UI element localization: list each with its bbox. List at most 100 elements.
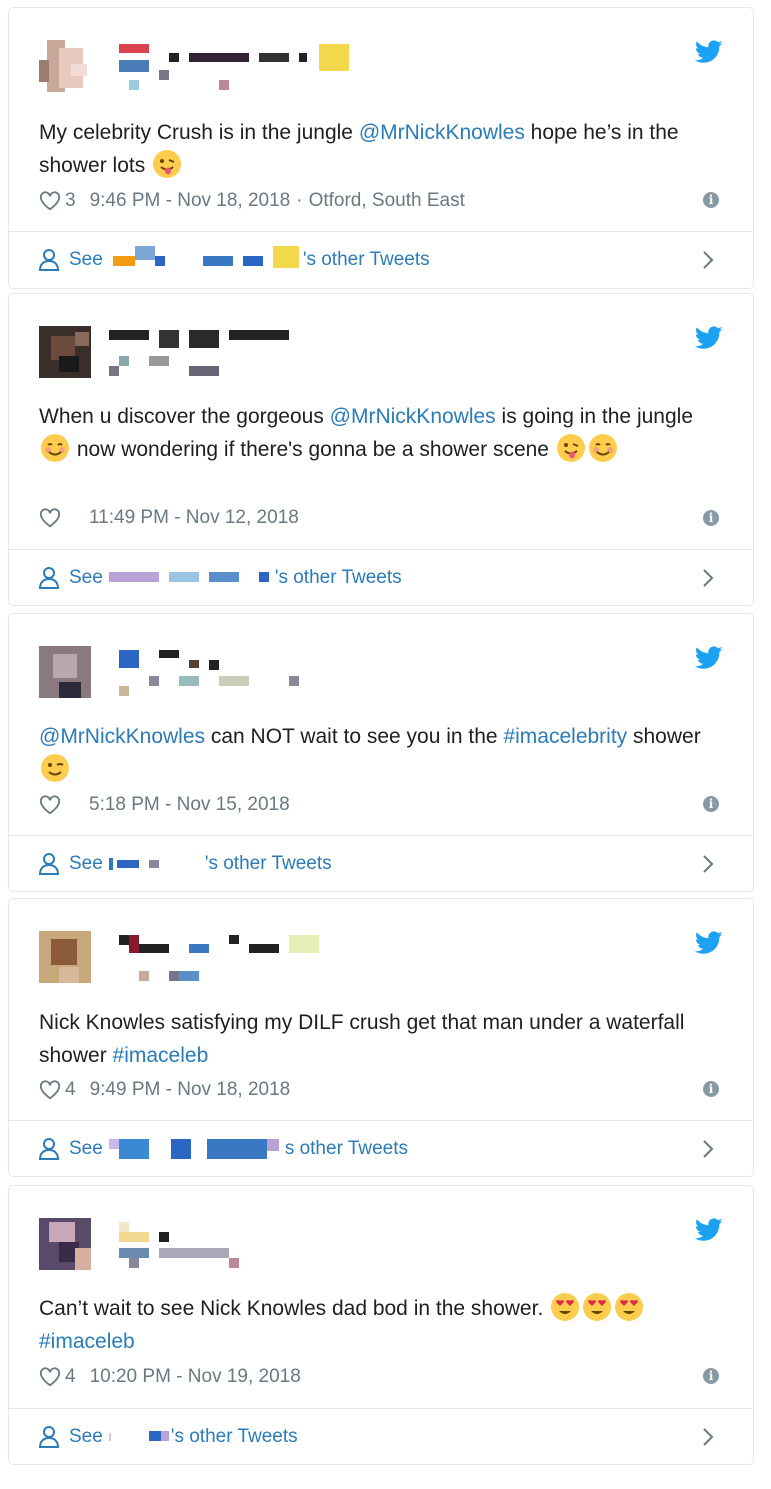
handle-redacted[interactable]	[109, 961, 309, 981]
separator: ·	[296, 190, 303, 211]
tweet-meta: 4 9:49 PM - Nov 18, 2018	[39, 1079, 290, 1101]
heart-eyes-emoji-icon	[615, 1293, 644, 1321]
heart-eyes-emoji-icon	[583, 1293, 612, 1321]
info-icon[interactable]: i	[703, 510, 719, 526]
username-redacted	[108, 1137, 285, 1161]
twitter-bird-icon[interactable]	[695, 646, 723, 670]
chevron-right-icon[interactable]	[701, 568, 715, 588]
tweet-text: Can’t wait to see Nick Knowles dad bod i…	[39, 1292, 729, 1358]
avatar[interactable]	[39, 1218, 91, 1270]
handle-redacted[interactable]	[109, 356, 309, 376]
tweet-text-part: is going in the jungle	[495, 405, 693, 428]
info-icon[interactable]: i	[703, 1368, 719, 1384]
chevron-right-icon[interactable]	[701, 1427, 715, 1447]
tweet-location[interactable]: Otford, South East	[309, 190, 465, 212]
heart-icon[interactable]	[39, 1079, 61, 1101]
mention-link[interactable]: @MrNickKnowles	[330, 405, 496, 428]
tweet-timestamp[interactable]: 11:49 PM - Nov 12, 2018	[89, 507, 299, 529]
tweet-timestamp[interactable]: 9:49 PM - Nov 18, 2018	[90, 1079, 291, 1101]
tweet-timestamp[interactable]: 10:20 PM - Nov 19, 2018	[90, 1366, 301, 1388]
heart-icon[interactable]	[39, 794, 61, 816]
info-icon[interactable]: i	[703, 192, 719, 208]
tweet-meta: 4 10:20 PM - Nov 19, 2018	[39, 1366, 301, 1388]
tweet-timestamp[interactable]: 5:18 PM - Nov 15, 2018	[89, 794, 290, 816]
tweet-text: Nick Knowles satisfying my DILF crush ge…	[39, 1006, 729, 1072]
tweet-card: @MrNickKnowles can NOT wait to see you i…	[8, 613, 754, 892]
tweet-text: When u discover the gorgeous @MrNickKnow…	[39, 400, 729, 466]
user-icon	[39, 853, 59, 875]
tweet-card: When u discover the gorgeous @MrNickKnow…	[8, 293, 754, 606]
tweet-text-part: Can’t wait to see Nick Knowles dad bod i…	[39, 1297, 550, 1320]
tweet-card: Nick Knowles satisfying my DILF crush ge…	[8, 898, 754, 1177]
smiling-blush-emoji-icon	[41, 434, 69, 462]
tweet-timestamp[interactable]: 9:46 PM - Nov 18, 2018	[90, 190, 291, 212]
winking-tongue-emoji-icon	[556, 434, 585, 462]
twitter-bird-icon[interactable]	[695, 326, 723, 350]
user-icon	[39, 249, 59, 271]
smiling-blush-emoji-icon	[588, 434, 617, 462]
display-name-redacted[interactable]	[109, 650, 349, 670]
tweet-text-part: When u discover the gorgeous	[39, 405, 330, 428]
tweet-card: Can’t wait to see Nick Knowles dad bod i…	[8, 1185, 754, 1465]
tweet-text-part: can NOT wait to see you in the	[205, 725, 504, 748]
display-name-redacted[interactable]	[109, 1222, 349, 1242]
avatar[interactable]	[39, 646, 91, 698]
see-label: See	[69, 249, 103, 270]
hashtag-link[interactable]: #imaceleb	[39, 1330, 135, 1353]
user-icon	[39, 567, 59, 589]
mention-link[interactable]: @MrNickKnowles	[359, 121, 525, 144]
other-tweets-label: 's other Tweets	[170, 1426, 298, 1447]
winking-tongue-emoji-icon	[153, 150, 182, 178]
heart-icon[interactable]	[39, 1366, 61, 1388]
handle-redacted[interactable]	[109, 1248, 309, 1268]
twitter-bird-icon[interactable]	[695, 40, 723, 64]
heart-eyes-emoji-icon	[551, 1293, 580, 1321]
tweet-meta: 3 9:46 PM - Nov 18, 2018 · Otford, South…	[39, 190, 465, 212]
tweet-card: My celebrity Crush is in the jungle @MrN…	[8, 7, 754, 289]
heart-icon[interactable]	[39, 190, 61, 212]
display-name-redacted[interactable]	[109, 330, 349, 348]
winking-face-emoji-icon	[41, 754, 69, 782]
other-tweets-label: s other Tweets	[284, 1138, 409, 1159]
other-tweets-label: 's other Tweets	[302, 249, 430, 270]
tweet-text-part: My celebrity Crush is in the jungle	[39, 121, 359, 144]
avatar[interactable]	[39, 40, 91, 92]
like-count: 4	[65, 1079, 76, 1100]
tweet-text-part: shower	[627, 725, 701, 748]
handle-redacted[interactable]	[109, 676, 309, 696]
handle-redacted[interactable]	[109, 60, 309, 90]
heart-icon[interactable]	[39, 507, 61, 529]
username-redacted	[108, 1427, 171, 1447]
username-redacted	[108, 854, 205, 874]
display-name-redacted[interactable]	[109, 935, 349, 953]
see-label: See	[69, 853, 103, 874]
info-icon[interactable]: i	[703, 796, 719, 812]
like-count: 4	[65, 1366, 76, 1387]
hashtag-link[interactable]: #imaceleb	[113, 1044, 209, 1067]
see-other-tweets-link[interactable]: See s other Tweets	[39, 1121, 723, 1177]
username-redacted	[112, 246, 303, 274]
mention-link[interactable]: @MrNickKnowles	[39, 725, 205, 748]
see-label: See	[69, 567, 103, 588]
chevron-right-icon[interactable]	[701, 854, 715, 874]
chevron-right-icon[interactable]	[701, 250, 715, 270]
avatar[interactable]	[39, 326, 91, 378]
username-redacted	[108, 568, 275, 588]
user-icon	[39, 1138, 59, 1160]
see-label: See	[69, 1426, 103, 1447]
user-icon	[39, 1426, 59, 1448]
tweet-meta: 11:49 PM - Nov 12, 2018	[39, 507, 299, 529]
other-tweets-label: 's other Tweets	[274, 567, 402, 588]
chevron-right-icon[interactable]	[701, 1139, 715, 1159]
hashtag-link[interactable]: #imacelebrity	[503, 725, 627, 748]
see-other-tweets-link[interactable]: See 's other Tweets	[39, 836, 723, 892]
see-other-tweets-link[interactable]: See 's other Tweets	[39, 232, 723, 288]
see-other-tweets-link[interactable]: See 's other Tweets	[39, 1409, 723, 1465]
twitter-bird-icon[interactable]	[695, 1218, 723, 1242]
tweet-text-part: now wondering if there's gonna be a show…	[71, 438, 549, 461]
twitter-bird-icon[interactable]	[695, 931, 723, 955]
avatar[interactable]	[39, 931, 91, 983]
info-icon[interactable]: i	[703, 1081, 719, 1097]
tweet-text: My celebrity Crush is in the jungle @MrN…	[39, 116, 729, 182]
see-other-tweets-link[interactable]: See 's other Tweets	[39, 550, 723, 606]
